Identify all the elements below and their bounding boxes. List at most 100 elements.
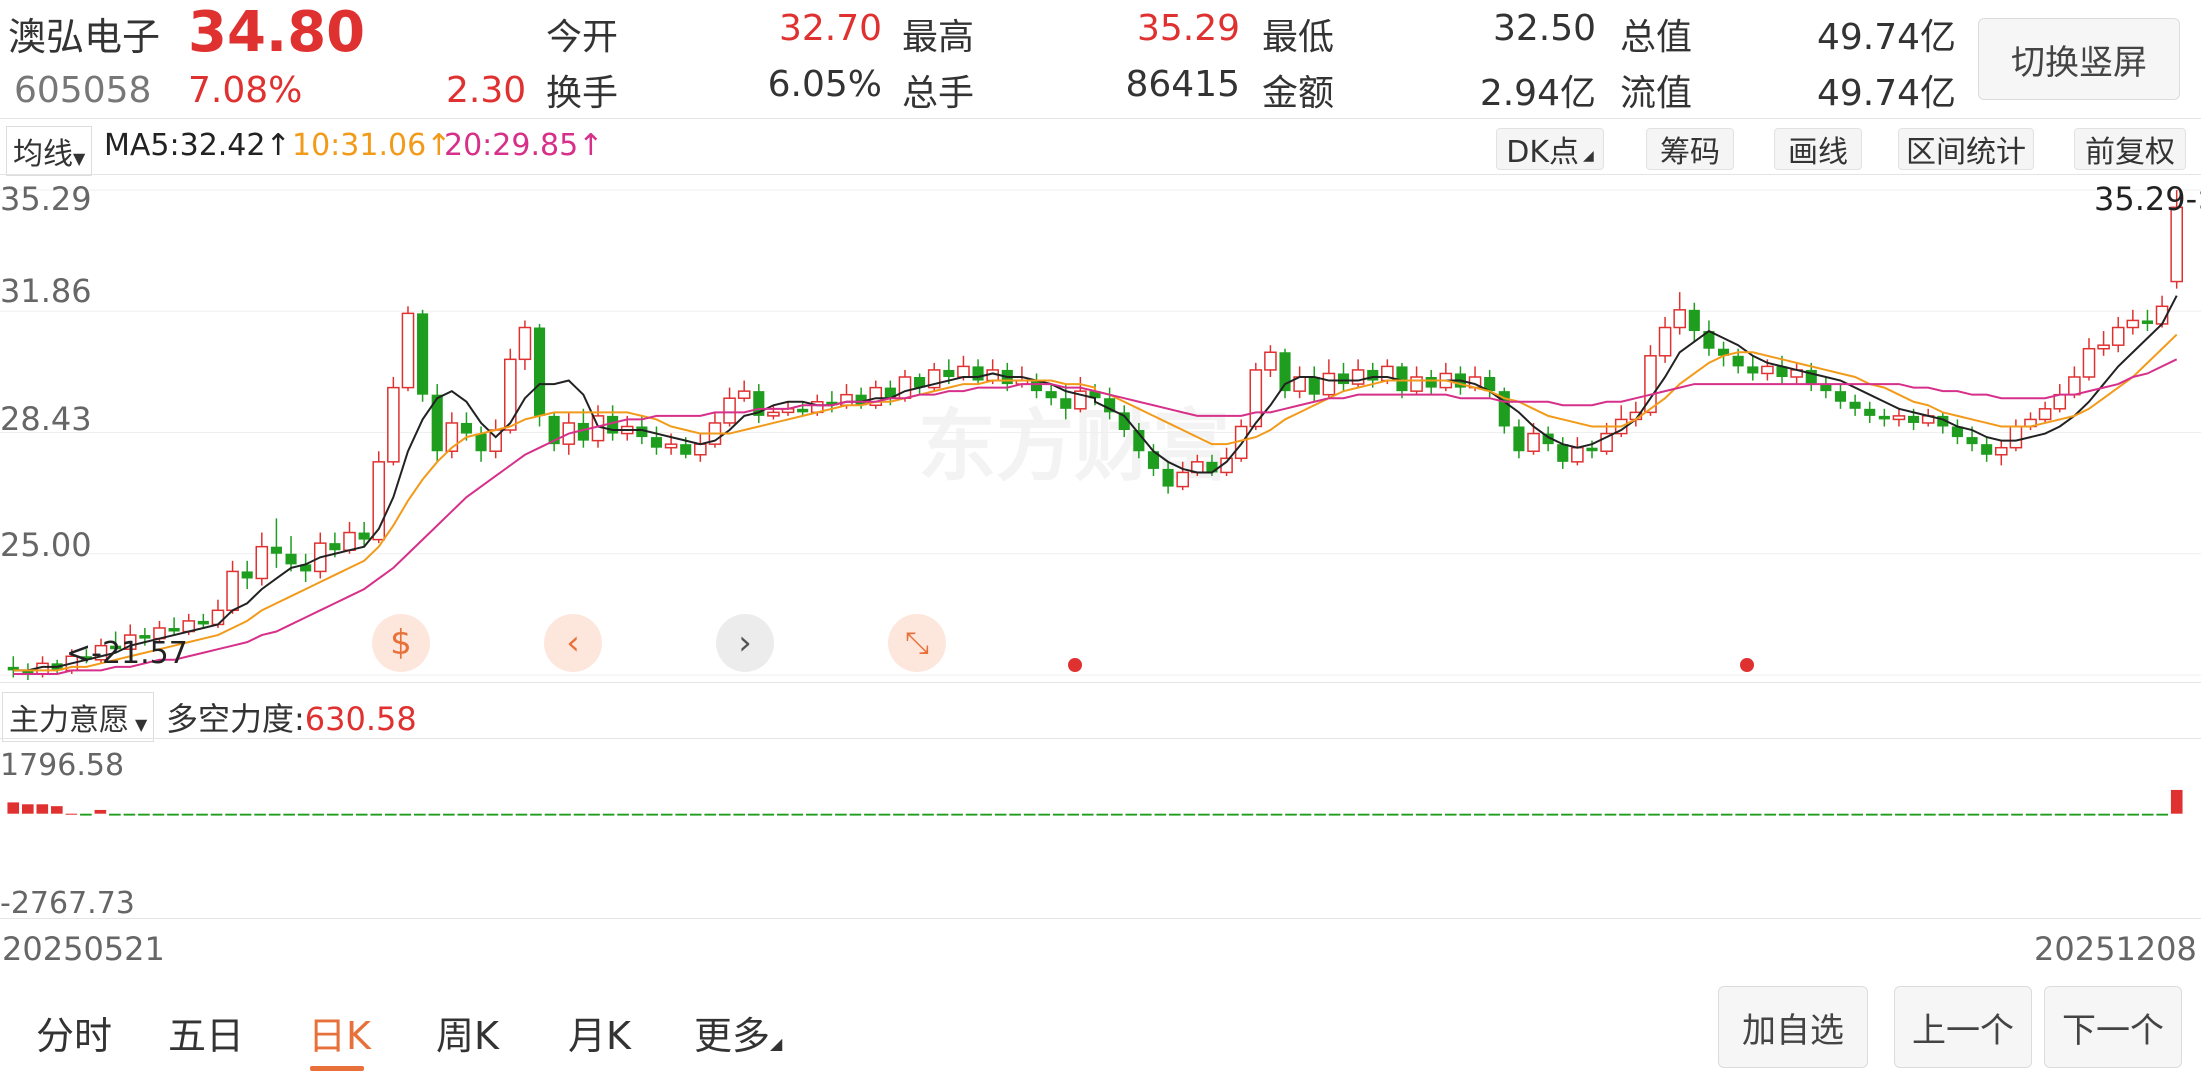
switch-portrait-button[interactable]: 切换竖屏 xyxy=(1978,18,2180,100)
candle xyxy=(387,377,400,466)
candle xyxy=(1747,355,1759,381)
indicator-bar xyxy=(646,813,658,816)
indicator-bar xyxy=(2141,813,2154,816)
indicator-bar xyxy=(1372,813,1384,816)
chevron-left-icon[interactable]: ‹ xyxy=(544,614,602,672)
candle xyxy=(1513,419,1525,459)
candle xyxy=(869,380,883,409)
chips-button[interactable]: 筹码 xyxy=(1646,128,1734,170)
indicator-bar xyxy=(7,802,20,814)
indicator-bar xyxy=(123,813,136,816)
candlestick-chart[interactable] xyxy=(0,175,2201,680)
candle xyxy=(1688,302,1700,342)
stock-code: 605058 xyxy=(14,70,152,111)
candle xyxy=(1425,369,1437,395)
indicator-bar xyxy=(1343,813,1355,816)
indicator-bar xyxy=(1212,813,1225,816)
indicator-bar xyxy=(21,804,34,814)
chevron-down-icon: ▼ xyxy=(135,715,148,734)
candle xyxy=(1249,362,1263,431)
candle xyxy=(1351,359,1365,388)
indicator-bar xyxy=(864,813,876,816)
tab-five-day[interactable]: 五日 xyxy=(168,1005,244,1060)
candle xyxy=(1030,373,1043,399)
dollar-icon[interactable]: $ xyxy=(372,614,430,672)
indicator-bar xyxy=(689,813,702,816)
candle xyxy=(914,373,926,395)
dk-point-button[interactable]: DK点 ◢ xyxy=(1496,128,1604,170)
indicator-bar xyxy=(65,813,78,815)
indicator-bar xyxy=(94,809,107,814)
indicator-bar xyxy=(1532,813,1544,816)
candle xyxy=(2126,309,2140,335)
forward-adjust-button[interactable]: 前复权 xyxy=(2074,128,2186,170)
indicator-selector-label: 主力意愿 xyxy=(9,703,129,738)
indicator-bar xyxy=(1604,813,1617,816)
candle xyxy=(2141,309,2154,332)
indicator-bar xyxy=(791,813,804,816)
add-watchlist-button[interactable]: 加自选 xyxy=(1718,986,1868,1068)
event-marker[interactable] xyxy=(1068,658,1082,672)
indicator-bar xyxy=(2170,789,2183,814)
indicator-bar xyxy=(1909,813,1922,816)
indicator-bar xyxy=(1328,813,1341,816)
active-tab-indicator xyxy=(310,1066,364,1071)
indicator-bar xyxy=(1488,813,1501,816)
indicator-bar xyxy=(617,813,629,816)
candle xyxy=(22,663,34,680)
candle xyxy=(753,384,765,423)
candle xyxy=(1703,320,1715,356)
indicator-bar xyxy=(312,813,324,816)
indicator-bar xyxy=(2156,813,2169,816)
tab-weekly-k[interactable]: 周K xyxy=(436,1005,499,1060)
candle xyxy=(927,362,941,392)
event-marker[interactable] xyxy=(1740,658,1754,672)
indicator-bar xyxy=(1503,813,1515,816)
indicator-bar xyxy=(2069,813,2081,816)
indicator-bar xyxy=(1241,813,1254,816)
indicator-bar xyxy=(36,804,49,814)
next-button[interactable]: 下一个 xyxy=(2044,986,2182,1068)
previous-button[interactable]: 上一个 xyxy=(1894,986,2032,1068)
range-stats-button[interactable]: 区间统计 xyxy=(1898,128,2034,170)
indicator-bar xyxy=(210,813,223,816)
draw-line-button[interactable]: 画线 xyxy=(1774,128,1862,170)
stat-value: 32.70 xyxy=(778,8,882,49)
indicator-bar xyxy=(718,813,731,816)
indicator-bar xyxy=(472,813,484,816)
max-price-label: 35.29-> xyxy=(2094,180,2201,218)
candle xyxy=(2009,419,2023,452)
tab-more[interactable]: 更多◢ xyxy=(694,1005,782,1060)
candle xyxy=(1439,362,1453,392)
chevron-right-icon[interactable]: › xyxy=(716,614,774,672)
stat-value: 32.50 xyxy=(1492,8,1596,49)
indicator-readout: 多空力度:630.58 xyxy=(166,700,417,738)
candle xyxy=(1849,394,1861,416)
indicator-selector[interactable]: 主力意愿 ▼ xyxy=(2,692,155,742)
indicator-bar xyxy=(1096,813,1109,816)
candle xyxy=(1658,316,1672,363)
tab-daily-k[interactable]: 日K xyxy=(308,1005,371,1060)
indicator-bar xyxy=(1720,813,1733,816)
indicator-bar xyxy=(1677,813,1689,816)
indicator-bar xyxy=(820,813,833,816)
tab-intraday[interactable]: 分时 xyxy=(36,1005,112,1060)
candle xyxy=(1293,366,1306,399)
indicator-bar xyxy=(1967,813,1980,816)
indicator-bar-chart[interactable] xyxy=(0,740,2201,920)
candle xyxy=(1834,384,1847,409)
indicator-bar xyxy=(225,813,237,816)
collapse-icon[interactable]: ⤡ xyxy=(888,614,946,672)
tab-monthly-k[interactable]: 月K xyxy=(568,1005,631,1060)
indicator-bar xyxy=(1183,813,1196,816)
candle xyxy=(972,359,984,385)
change-amount: 2.30 xyxy=(446,70,527,111)
indicator-bar xyxy=(1764,813,1776,816)
indicator-bar xyxy=(2127,813,2139,816)
ma-selector[interactable]: 均线▼ xyxy=(6,126,93,176)
candle xyxy=(1878,408,1890,427)
stat-value: 86415 xyxy=(1125,64,1240,105)
indicator-bar xyxy=(2054,813,2067,816)
arrow-up-icon: ↑ xyxy=(265,128,291,163)
candle xyxy=(1790,362,1803,385)
